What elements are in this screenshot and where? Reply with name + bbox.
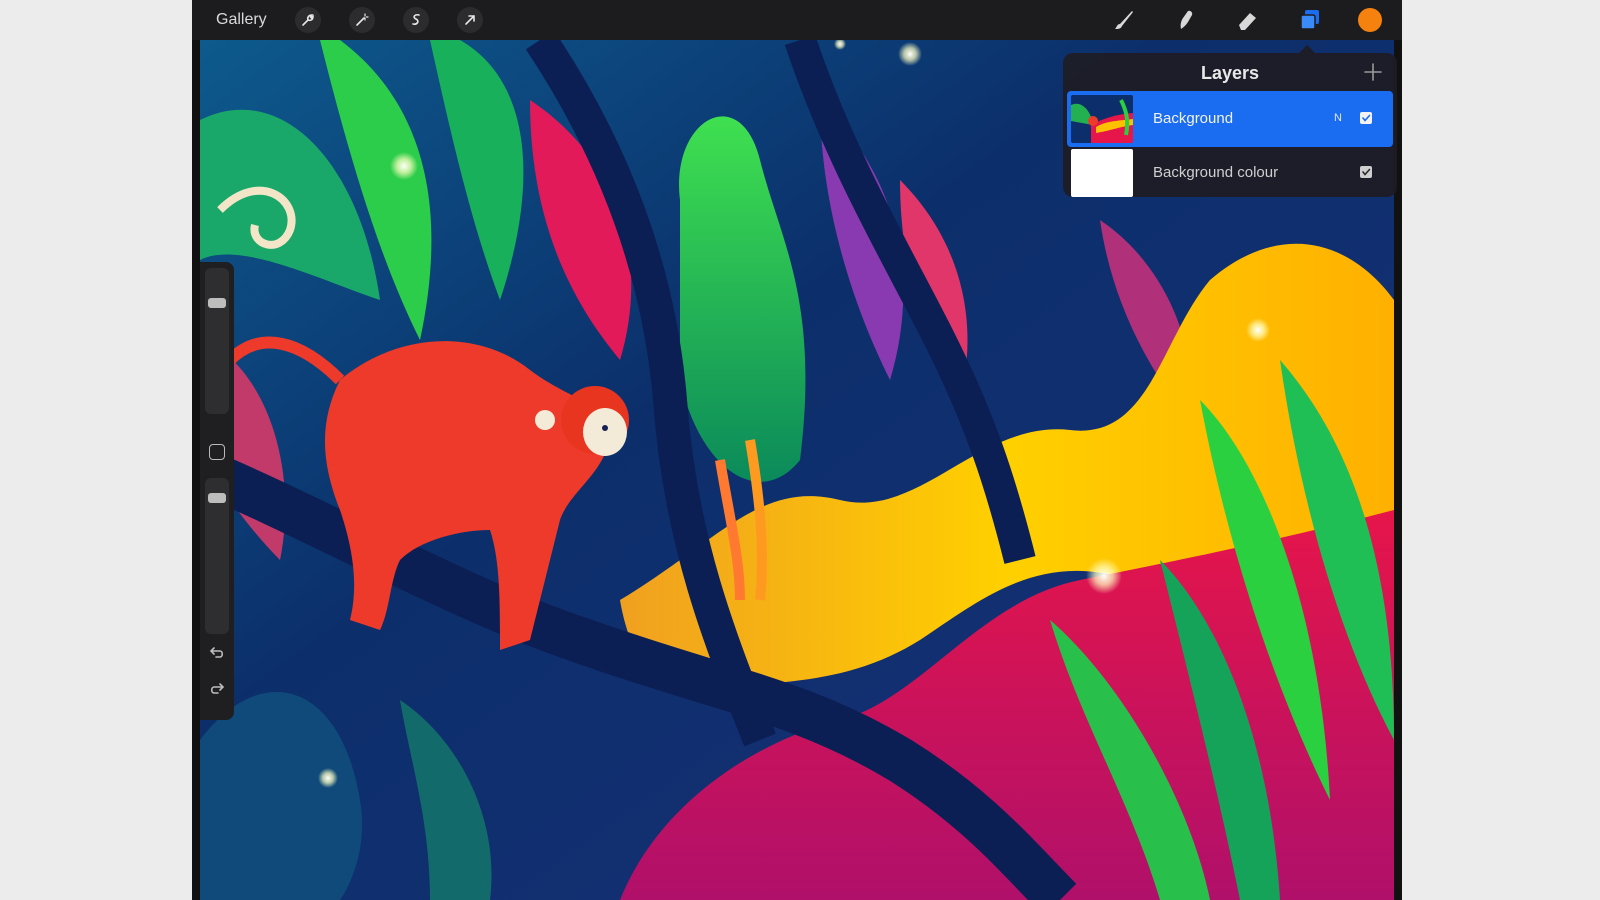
magic-wand-icon bbox=[355, 13, 369, 26]
layer-thumbnail bbox=[1071, 149, 1133, 197]
undo-button[interactable] bbox=[208, 644, 226, 662]
brush-size-slider[interactable] bbox=[205, 268, 229, 414]
layer-visibility-checkbox[interactable] bbox=[1360, 112, 1372, 124]
plus-icon bbox=[1364, 63, 1382, 81]
left-sidebar bbox=[200, 262, 234, 720]
opacity-slider[interactable] bbox=[205, 478, 229, 634]
smudge-tool-button[interactable] bbox=[1172, 6, 1200, 34]
artwork-thumbnail-icon bbox=[1071, 95, 1133, 143]
gallery-button[interactable]: Gallery bbox=[216, 11, 267, 29]
adjustments-button[interactable] bbox=[348, 7, 375, 33]
layers-button[interactable] bbox=[1296, 6, 1324, 34]
checkmark-icon bbox=[1362, 168, 1371, 176]
checkmark-icon bbox=[1362, 114, 1371, 122]
layer-visibility-checkbox[interactable] bbox=[1360, 166, 1372, 178]
color-picker-button[interactable] bbox=[1358, 8, 1382, 32]
wrench-icon bbox=[301, 14, 314, 26]
redo-icon bbox=[210, 683, 225, 694]
eraser-tool-button[interactable] bbox=[1234, 6, 1262, 34]
actions-button[interactable] bbox=[294, 7, 321, 33]
opacity-thumb[interactable] bbox=[208, 493, 226, 503]
undo-icon bbox=[209, 647, 224, 658]
layer-thumbnail bbox=[1071, 95, 1133, 143]
layers-icon bbox=[1300, 10, 1319, 30]
top-toolbar: Gallery bbox=[192, 0, 1402, 40]
layer-name: Background bbox=[1153, 110, 1234, 127]
layers-panel-title: Layers bbox=[1200, 63, 1260, 83]
layer-name: Background colour bbox=[1153, 164, 1279, 181]
modify-button[interactable] bbox=[209, 444, 225, 460]
transform-button[interactable] bbox=[456, 7, 483, 33]
brush-tool-button[interactable] bbox=[1110, 6, 1138, 34]
blend-mode-button[interactable]: N bbox=[1334, 112, 1342, 124]
brush-size-thumb[interactable] bbox=[208, 298, 226, 308]
add-layer-button[interactable] bbox=[1363, 62, 1383, 82]
brush-icon bbox=[1115, 11, 1133, 29]
smudge-icon bbox=[1180, 10, 1193, 29]
layer-row-background-colour[interactable]: Background colour bbox=[1067, 145, 1393, 201]
selection-icon bbox=[411, 14, 420, 25]
eraser-icon bbox=[1239, 13, 1256, 30]
selection-button[interactable] bbox=[402, 7, 429, 33]
transform-arrow-icon bbox=[464, 15, 475, 25]
redo-button[interactable] bbox=[208, 680, 226, 698]
layers-panel: Layers Background N Background colour bbox=[1063, 53, 1397, 197]
layer-row-background[interactable]: Background N bbox=[1067, 91, 1393, 147]
